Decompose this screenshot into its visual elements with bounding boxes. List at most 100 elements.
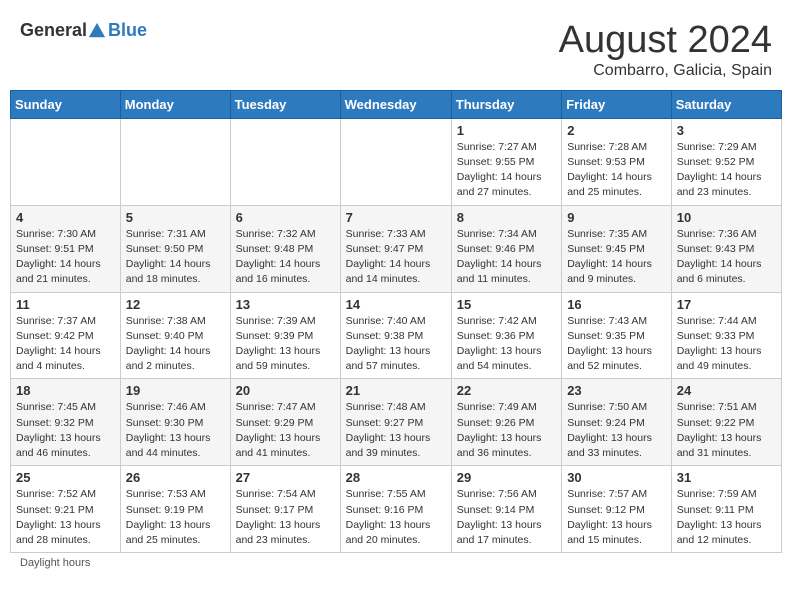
- day-info: Sunrise: 7:59 AMSunset: 9:11 PMDaylight:…: [677, 487, 776, 548]
- day-info: Sunrise: 7:42 AMSunset: 9:36 PMDaylight:…: [457, 314, 556, 375]
- calendar-cell: 30 Sunrise: 7:57 AMSunset: 9:12 PMDayligh…: [562, 466, 672, 553]
- day-number: 6: [236, 210, 335, 225]
- day-info: Sunrise: 7:52 AMSunset: 9:21 PMDaylight:…: [16, 487, 115, 548]
- day-number: 23: [567, 383, 666, 398]
- day-info: Sunrise: 7:37 AMSunset: 9:42 PMDaylight:…: [16, 314, 115, 375]
- calendar-cell: 28Sunrise: 7:55 AMSunset: 9:16 PMDayligh…: [340, 466, 451, 553]
- calendar-cell: 4 Sunrise: 7:30 AMSunset: 9:51 PMDaylight…: [11, 205, 121, 292]
- calendar-header-wednesday: Wednesday: [340, 90, 451, 118]
- month-year-title: August 2024: [559, 20, 772, 62]
- calendar-cell: 27 Sunrise: 7:54 AMSunset: 9:17 PMDayligh…: [230, 466, 340, 553]
- calendar-week-4: 18 Sunrise: 7:45 AMSunset: 9:32 PMDayligh…: [11, 379, 782, 466]
- day-number: 17: [677, 297, 776, 312]
- calendar-cell: 26Sunrise: 7:53 AMSunset: 9:19 PMDayligh…: [120, 466, 230, 553]
- calendar-week-3: 11 Sunrise: 7:37 AMSunset: 9:42 PMDayligh…: [11, 292, 782, 379]
- day-info: Sunrise: 7:43 AMSunset: 9:35 PMDaylight:…: [567, 314, 666, 375]
- calendar-cell: 12 Sunrise: 7:38 AMSunset: 9:40 PMDayligh…: [120, 292, 230, 379]
- calendar-header-sunday: Sunday: [11, 90, 121, 118]
- day-number: 31: [677, 470, 776, 485]
- day-info: Sunrise: 7:38 AMSunset: 9:40 PMDaylight:…: [126, 314, 225, 375]
- calendar-cell: 10Sunrise: 7:36 AMSunset: 9:43 PMDayligh…: [671, 205, 781, 292]
- day-info: Sunrise: 7:40 AMSunset: 9:38 PMDaylight:…: [346, 314, 446, 375]
- day-number: 18: [16, 383, 115, 398]
- calendar-cell: 5 Sunrise: 7:31 AMSunset: 9:50 PMDaylight…: [120, 205, 230, 292]
- calendar-cell: 16Sunrise: 7:43 AMSunset: 9:35 PMDayligh…: [562, 292, 672, 379]
- calendar-cell: 1 Sunrise: 7:27 AMSunset: 9:55 PMDaylight…: [451, 118, 561, 205]
- day-info: Sunrise: 7:33 AMSunset: 9:47 PMDaylight:…: [346, 227, 446, 288]
- day-number: 2: [567, 123, 666, 138]
- calendar-week-5: 25 Sunrise: 7:52 AMSunset: 9:21 PMDayligh…: [11, 466, 782, 553]
- day-info: Sunrise: 7:28 AMSunset: 9:53 PMDaylight:…: [567, 140, 666, 201]
- day-info: Sunrise: 7:36 AMSunset: 9:43 PMDaylight:…: [677, 227, 776, 288]
- calendar-cell: 18 Sunrise: 7:45 AMSunset: 9:32 PMDayligh…: [11, 379, 121, 466]
- day-number: 22: [457, 383, 556, 398]
- day-number: 12: [126, 297, 225, 312]
- calendar-cell: 15 Sunrise: 7:42 AMSunset: 9:36 PMDayligh…: [451, 292, 561, 379]
- calendar-cell: 3 Sunrise: 7:29 AMSunset: 9:52 PMDaylight…: [671, 118, 781, 205]
- day-info: Sunrise: 7:27 AMSunset: 9:55 PMDaylight:…: [457, 140, 556, 201]
- logo: General Blue: [20, 20, 147, 41]
- day-info: Sunrise: 7:50 AMSunset: 9:24 PMDaylight:…: [567, 400, 666, 461]
- calendar-cell: 19Sunrise: 7:46 AMSunset: 9:30 PMDayligh…: [120, 379, 230, 466]
- logo-icon: [88, 22, 106, 40]
- calendar-cell: 25 Sunrise: 7:52 AMSunset: 9:21 PMDayligh…: [11, 466, 121, 553]
- calendar-cell: 23 Sunrise: 7:50 AMSunset: 9:24 PMDayligh…: [562, 379, 672, 466]
- day-info: Sunrise: 7:45 AMSunset: 9:32 PMDaylight:…: [16, 400, 115, 461]
- day-info: Sunrise: 7:57 AMSunset: 9:12 PMDaylight:…: [567, 487, 666, 548]
- day-number: 21: [346, 383, 446, 398]
- day-info: Sunrise: 7:29 AMSunset: 9:52 PMDaylight:…: [677, 140, 776, 201]
- location-subtitle: Combarro, Galicia, Spain: [559, 62, 772, 80]
- calendar-cell: [230, 118, 340, 205]
- logo-blue: Blue: [108, 20, 147, 40]
- calendar-cell: [340, 118, 451, 205]
- day-number: 4: [16, 210, 115, 225]
- day-number: 13: [236, 297, 335, 312]
- title-area: August 2024 Combarro, Galicia, Spain: [559, 20, 772, 80]
- day-number: 1: [457, 123, 556, 138]
- day-info: Sunrise: 7:34 AMSunset: 9:46 PMDaylight:…: [457, 227, 556, 288]
- calendar-week-2: 4 Sunrise: 7:30 AMSunset: 9:51 PMDaylight…: [11, 205, 782, 292]
- calendar-cell: 22 Sunrise: 7:49 AMSunset: 9:26 PMDayligh…: [451, 379, 561, 466]
- day-number: 7: [346, 210, 446, 225]
- calendar-cell: 17 Sunrise: 7:44 AMSunset: 9:33 PMDayligh…: [671, 292, 781, 379]
- day-number: 28: [346, 470, 446, 485]
- day-info: Sunrise: 7:32 AMSunset: 9:48 PMDaylight:…: [236, 227, 335, 288]
- day-number: 30: [567, 470, 666, 485]
- calendar-table: SundayMondayTuesdayWednesdayThursdayFrid…: [10, 90, 782, 553]
- header: General Blue August 2024 Combarro, Galic…: [10, 10, 782, 85]
- day-info: Sunrise: 7:48 AMSunset: 9:27 PMDaylight:…: [346, 400, 446, 461]
- calendar-header-row: SundayMondayTuesdayWednesdayThursdayFrid…: [11, 90, 782, 118]
- day-number: 27: [236, 470, 335, 485]
- calendar-cell: 7 Sunrise: 7:33 AMSunset: 9:47 PMDaylight…: [340, 205, 451, 292]
- day-number: 5: [126, 210, 225, 225]
- calendar-header-tuesday: Tuesday: [230, 90, 340, 118]
- calendar-week-1: 1 Sunrise: 7:27 AMSunset: 9:55 PMDaylight…: [11, 118, 782, 205]
- calendar-header-thursday: Thursday: [451, 90, 561, 118]
- day-number: 11: [16, 297, 115, 312]
- day-number: 20: [236, 383, 335, 398]
- day-number: 25: [16, 470, 115, 485]
- logo-general: General: [20, 20, 87, 41]
- day-info: Sunrise: 7:51 AMSunset: 9:22 PMDaylight:…: [677, 400, 776, 461]
- day-info: Sunrise: 7:35 AMSunset: 9:45 PMDaylight:…: [567, 227, 666, 288]
- day-info: Sunrise: 7:49 AMSunset: 9:26 PMDaylight:…: [457, 400, 556, 461]
- day-info: Sunrise: 7:56 AMSunset: 9:14 PMDaylight:…: [457, 487, 556, 548]
- day-number: 15: [457, 297, 556, 312]
- calendar-header-saturday: Saturday: [671, 90, 781, 118]
- calendar-cell: 21 Sunrise: 7:48 AMSunset: 9:27 PMDayligh…: [340, 379, 451, 466]
- day-info: Sunrise: 7:54 AMSunset: 9:17 PMDaylight:…: [236, 487, 335, 548]
- calendar-cell: 6 Sunrise: 7:32 AMSunset: 9:48 PMDaylight…: [230, 205, 340, 292]
- footer-note: Daylight hours: [10, 553, 782, 573]
- calendar-cell: 29Sunrise: 7:56 AMSunset: 9:14 PMDayligh…: [451, 466, 561, 553]
- calendar-header-friday: Friday: [562, 90, 672, 118]
- calendar-cell: 24Sunrise: 7:51 AMSunset: 9:22 PMDayligh…: [671, 379, 781, 466]
- day-info: Sunrise: 7:31 AMSunset: 9:50 PMDaylight:…: [126, 227, 225, 288]
- calendar-cell: 8Sunrise: 7:34 AMSunset: 9:46 PMDaylight…: [451, 205, 561, 292]
- day-number: 3: [677, 123, 776, 138]
- calendar-cell: 13Sunrise: 7:39 AMSunset: 9:39 PMDayligh…: [230, 292, 340, 379]
- calendar-header-monday: Monday: [120, 90, 230, 118]
- day-info: Sunrise: 7:30 AMSunset: 9:51 PMDaylight:…: [16, 227, 115, 288]
- day-info: Sunrise: 7:44 AMSunset: 9:33 PMDaylight:…: [677, 314, 776, 375]
- day-number: 9: [567, 210, 666, 225]
- calendar-cell: 2 Sunrise: 7:28 AMSunset: 9:53 PMDaylight…: [562, 118, 672, 205]
